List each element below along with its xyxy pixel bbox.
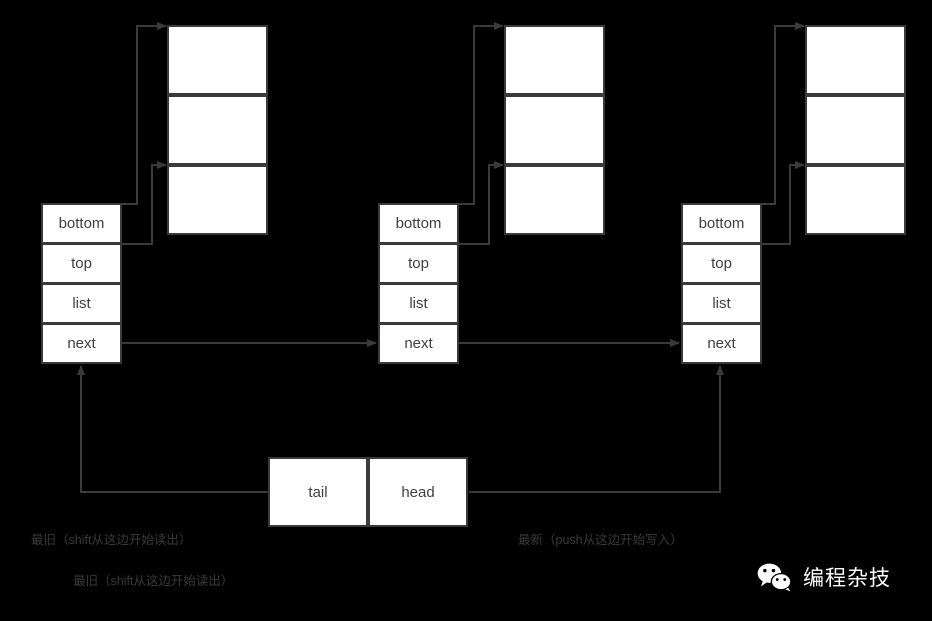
node2-field-next: next xyxy=(378,323,459,364)
caption-newest-right: 最新（push从这边开始写入） xyxy=(518,533,683,547)
node2-field-top: top xyxy=(378,243,459,284)
node2-array-slot-1 xyxy=(504,25,605,95)
node3-field-top: top xyxy=(681,243,762,284)
node3-field-list: list xyxy=(681,283,762,324)
node1-array-slot-3 xyxy=(167,165,268,235)
diagram-canvas: bottom top list next bottom top list nex… xyxy=(0,0,932,621)
node2-bottom-pointer xyxy=(378,22,504,205)
tail-box: tail xyxy=(268,457,368,527)
watermark-text: 编程杂技 xyxy=(803,567,891,590)
node3-bottom-pointer xyxy=(681,22,805,205)
node3-field-bottom-label: bottom xyxy=(698,215,745,232)
node3-array-slot-2 xyxy=(805,95,906,165)
node3-field-list-label: list xyxy=(712,295,731,312)
node2-field-bottom-label: bottom xyxy=(395,215,442,232)
node2-field-list: list xyxy=(378,283,459,324)
node1-field-next-label: next xyxy=(67,335,96,352)
node3-field-bottom: bottom xyxy=(681,203,762,244)
node2-field-bottom: bottom xyxy=(378,203,459,244)
node2-field-list-label: list xyxy=(409,295,428,312)
node3-field-next: next xyxy=(681,323,762,364)
node2-field-top-label: top xyxy=(408,255,429,272)
node3-array-slot-3 xyxy=(805,165,906,235)
node1-field-bottom: bottom xyxy=(41,203,122,244)
node1-field-bottom-label: bottom xyxy=(58,215,105,232)
node3-array-slot-1 xyxy=(805,25,906,95)
node1-array-slot-1 xyxy=(167,25,268,95)
node1-field-top: top xyxy=(41,243,122,284)
node1-field-next: next xyxy=(41,323,122,364)
diagram-connectors xyxy=(41,22,805,493)
node1-field-list-label: list xyxy=(72,295,91,312)
watermark: 编程杂技 xyxy=(756,562,891,592)
node3-field-top-label: top xyxy=(711,255,732,272)
node2-array-slot-3 xyxy=(504,165,605,235)
node2-field-next-label: next xyxy=(404,335,433,352)
wechat-icon xyxy=(756,562,794,592)
node1-bottom-pointer xyxy=(41,22,167,205)
node1-field-list: list xyxy=(41,283,122,324)
head-pointer xyxy=(469,365,724,493)
node2-array-slot-2 xyxy=(504,95,605,165)
head-box: head xyxy=(368,457,468,527)
node1-array-slot-2 xyxy=(167,95,268,165)
caption-oldest-left: 最旧（shift从这边开始读出） xyxy=(31,533,192,547)
caption-oldest-second: 最旧（shift从这边开始读出） xyxy=(73,574,234,588)
tail-pointer xyxy=(77,365,268,493)
node3-field-next-label: next xyxy=(707,335,736,352)
head-label: head xyxy=(401,483,435,501)
tail-label: tail xyxy=(308,483,328,501)
node1-field-top-label: top xyxy=(71,255,92,272)
